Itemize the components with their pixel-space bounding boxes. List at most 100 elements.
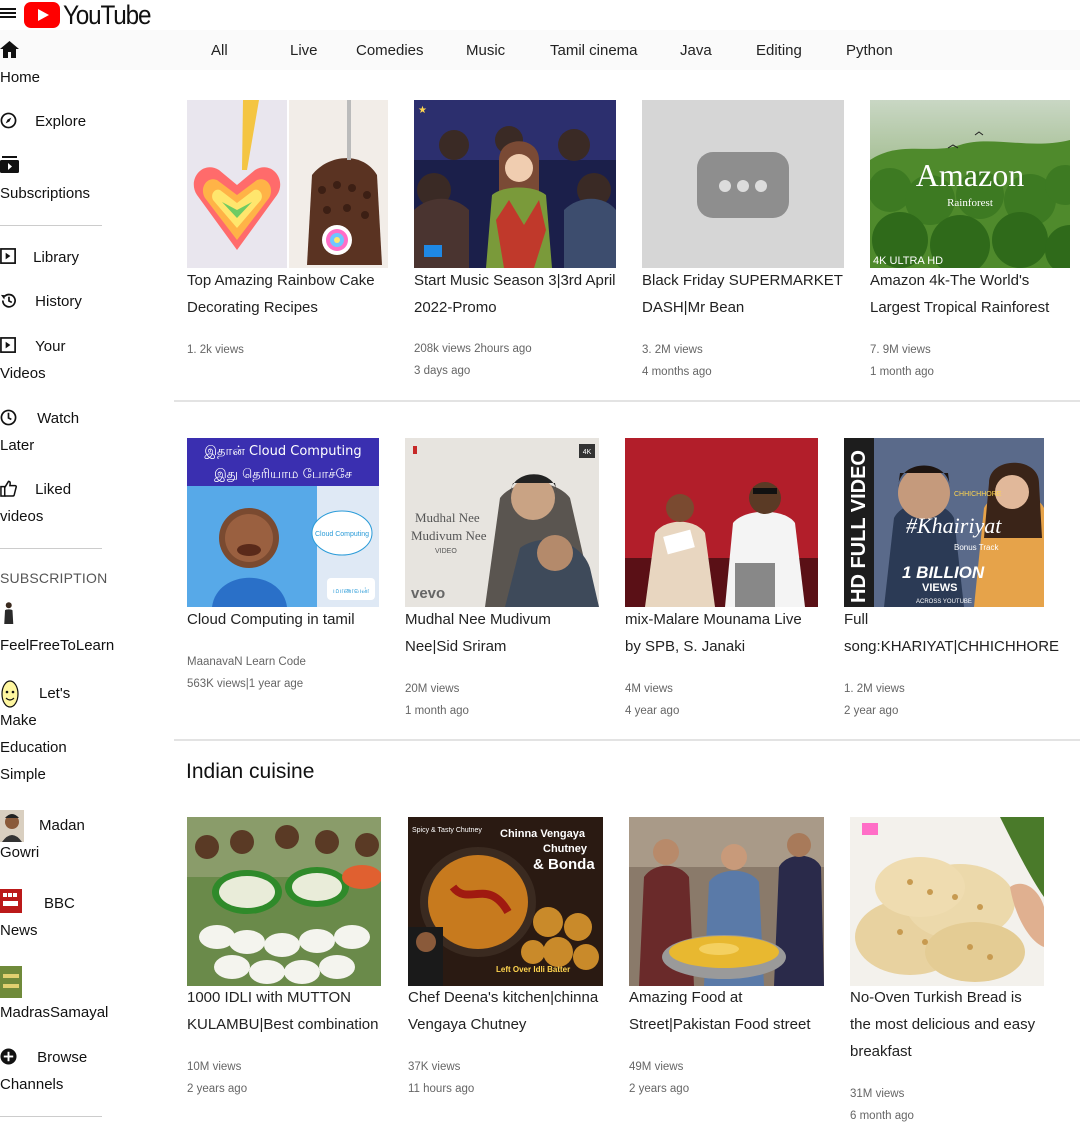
thumbnail-image bbox=[187, 817, 381, 986]
vevo-logo-text: vevo bbox=[411, 585, 445, 602]
video-meta: 49M views 2 years ago bbox=[629, 1061, 690, 1095]
thumbnail-image bbox=[629, 817, 824, 986]
sidebar-item-label: Your bbox=[35, 338, 66, 355]
thumb-t1-text: Chinna Vengaya bbox=[500, 828, 586, 840]
thumbs-up-icon bbox=[0, 480, 17, 497]
thumb-vertical-text: HD FULL VIDEO bbox=[848, 450, 870, 603]
video-thumbnail-amazon[interactable]: Amazon Rainforest 4K ULTRA HD bbox=[870, 100, 1070, 268]
sidebar-channel-lets-make-education-simple[interactable]: Let's Make Education Simple bbox=[0, 680, 70, 788]
top-bar: YouTube bbox=[0, 0, 1080, 30]
video-thumbnail-khairiyat[interactable]: HD FULL VIDEO #Khairiyat CHHICHHORE Bonu… bbox=[844, 438, 1044, 607]
thumb-t1-text: Mudhal Nee bbox=[415, 510, 480, 525]
video-title[interactable]: Black Friday SUPERMARKET DASH|Mr Bean bbox=[642, 267, 843, 321]
sidebar-channel-madrassamayal[interactable]: MadrasSamayal bbox=[0, 999, 108, 1026]
sidebar-channel-bbc-news[interactable]: BBC News bbox=[0, 890, 75, 944]
video-meta: 10M views 2 years ago bbox=[187, 1061, 248, 1095]
sidebar-item-label: Watch bbox=[37, 410, 80, 427]
chip-java[interactable]: Java bbox=[680, 42, 712, 59]
thumb-t2-text: Mudivum Nee bbox=[411, 528, 487, 543]
chip-editing[interactable]: Editing bbox=[756, 42, 802, 59]
chip-comedies[interactable]: Comedies bbox=[356, 42, 424, 59]
video-meta: 31M views 6 month ago bbox=[850, 1088, 914, 1122]
history-icon bbox=[0, 293, 16, 308]
channel-label: News bbox=[0, 922, 38, 939]
chip-python[interactable]: Python bbox=[846, 42, 893, 59]
thumb-script-text: #Khairiyat bbox=[906, 513, 1002, 538]
thumb-subtitle-text: Rainforest bbox=[947, 197, 993, 209]
video-thumbnail-rainbow-cake[interactable] bbox=[187, 100, 388, 268]
sidebar-item-home[interactable]: Home bbox=[0, 64, 40, 91]
clock-icon bbox=[0, 409, 17, 426]
thumb-line1-text: இதான் Cloud Computing bbox=[204, 444, 361, 459]
video-thumbnail-cloud-computing[interactable]: இதான் Cloud Computing இது தெரியாம போச்சே… bbox=[187, 438, 379, 607]
video-meta: 208k views 2hours ago 3 days ago bbox=[414, 343, 532, 377]
thumbnail-image: இதான் Cloud Computing இது தெரியாம போச்சே… bbox=[187, 438, 379, 607]
video-title[interactable]: Mudhal Nee Mudivum Nee|Sid Sriram bbox=[405, 606, 551, 660]
sidebar-item-your-videos[interactable]: Your Videos bbox=[0, 333, 65, 387]
compass-icon bbox=[0, 112, 17, 129]
thumbnail-image bbox=[625, 438, 818, 607]
video-title[interactable]: Full song:KHARIYAT|CHHICHHORE bbox=[844, 606, 1059, 660]
chip-live[interactable]: Live bbox=[290, 42, 318, 59]
video-title[interactable]: Amazon 4k-The World's Largest Tropical Ra… bbox=[870, 267, 1049, 321]
sidebar-divider bbox=[0, 548, 102, 549]
sidebar-item-label: Explore bbox=[35, 113, 87, 130]
sidebar-item-watch-later[interactable]: Watch Later bbox=[0, 405, 79, 459]
video-title[interactable]: Chef Deena's kitchen|chinna Vengaya Chutn… bbox=[408, 984, 598, 1038]
video-title[interactable]: mix-Malare Mounama Live by SPB, S. Janaki bbox=[625, 606, 802, 660]
video-title[interactable]: Cloud Computing in tamil bbox=[187, 606, 355, 633]
sidebar-item-label: Browse bbox=[37, 1049, 88, 1066]
thumbnail-image: Spicy & Tasty Chutney Chinna Vengaya Chu… bbox=[408, 817, 603, 986]
chip-all[interactable]: All bbox=[211, 42, 228, 59]
channel-label: Let's bbox=[39, 685, 71, 702]
thumb-cloud-text: Cloud Computing bbox=[315, 531, 369, 538]
thumb-title-text: Amazon bbox=[916, 157, 1024, 193]
video-title[interactable]: Top Amazing Rainbow Cake Decorating Recip… bbox=[187, 267, 375, 321]
video-thumbnail-turkish-bread[interactable] bbox=[850, 817, 1044, 986]
thumb-badge-text: 4K bbox=[583, 449, 592, 456]
video-meta: 4M views 4 year ago bbox=[625, 683, 680, 717]
library-icon bbox=[0, 248, 16, 264]
thumb-movie-text: CHHICHHORE bbox=[954, 491, 1002, 498]
video-title[interactable]: Amazing Food at Street|Pakistan Food stre… bbox=[629, 984, 811, 1038]
thumbnail-image bbox=[850, 817, 1044, 986]
thumb-t2-text: Chutney bbox=[543, 843, 588, 855]
video-thumbnail-chef-deena[interactable]: Spicy & Tasty Chutney Chinna Vengaya Chu… bbox=[408, 817, 603, 986]
youtube-play-icon bbox=[24, 2, 60, 28]
video-title[interactable]: Start Music Season 3|3rd April 2022-Promo bbox=[414, 267, 616, 321]
video-thumbnail-start-music[interactable]: ★ bbox=[414, 100, 616, 268]
sidebar-item-liked-videos[interactable]: Liked videos bbox=[0, 476, 71, 530]
video-thumbnail-mudhal-nee[interactable]: Mudhal Nee Mudivum Nee VIDEO vevo 4K bbox=[405, 438, 599, 607]
your-videos-icon bbox=[0, 337, 16, 353]
sidebar-item-subscriptions[interactable]: Subscriptions bbox=[0, 180, 90, 207]
chip-bar bbox=[0, 30, 1080, 70]
sidebar-item-label: Liked bbox=[35, 481, 72, 498]
thumb-across-text: ACROSS YOUTUBE bbox=[916, 599, 972, 605]
video-meta: 1. 2k views bbox=[187, 344, 244, 356]
sidebar-channel-feelfreetolearn[interactable]: FeelFreeToLearn bbox=[0, 632, 114, 659]
video-thumbnail-idli[interactable] bbox=[187, 817, 381, 986]
video-thumbnail-pakistan-food[interactable] bbox=[629, 817, 824, 986]
sidebar-item-library[interactable]: Library bbox=[0, 244, 79, 271]
video-title[interactable]: 1000 IDLI with MUTTON KULAMBU|Best combin… bbox=[187, 984, 378, 1038]
chip-music[interactable]: Music bbox=[466, 42, 505, 59]
video-title[interactable]: No-Oven Turkish Bread is the most delicio… bbox=[850, 984, 1035, 1065]
video-thumbnail-malare-mounama[interactable] bbox=[625, 438, 818, 607]
thumb-line2-text: இது தெரியாம போச்சே bbox=[214, 467, 352, 482]
sidebar-item-label: Later bbox=[0, 437, 35, 454]
sidebar-item-history[interactable]: History bbox=[0, 288, 82, 315]
video-thumbnail-mr-bean[interactable] bbox=[642, 100, 844, 268]
sidebar-item-explore[interactable]: Explore bbox=[0, 108, 86, 135]
channel-label: Make bbox=[0, 712, 37, 729]
plus-circle-icon bbox=[0, 1048, 17, 1065]
svg-text:★: ★ bbox=[418, 105, 427, 116]
chip-tamil-cinema[interactable]: Tamil cinema bbox=[550, 42, 638, 59]
sidebar-item-browse-channels[interactable]: Browse Channels bbox=[0, 1044, 87, 1098]
row-divider bbox=[174, 400, 1080, 402]
logo-text: YouTube bbox=[63, 0, 151, 30]
menu-icon[interactable] bbox=[0, 6, 16, 22]
sidebar-channel-madan-gowri[interactable]: Madan Gowri bbox=[0, 812, 85, 866]
sidebar-item-label: Channels bbox=[0, 1076, 64, 1093]
sidebar-item-label: videos bbox=[0, 508, 44, 525]
youtube-logo[interactable]: YouTube bbox=[24, 0, 160, 30]
